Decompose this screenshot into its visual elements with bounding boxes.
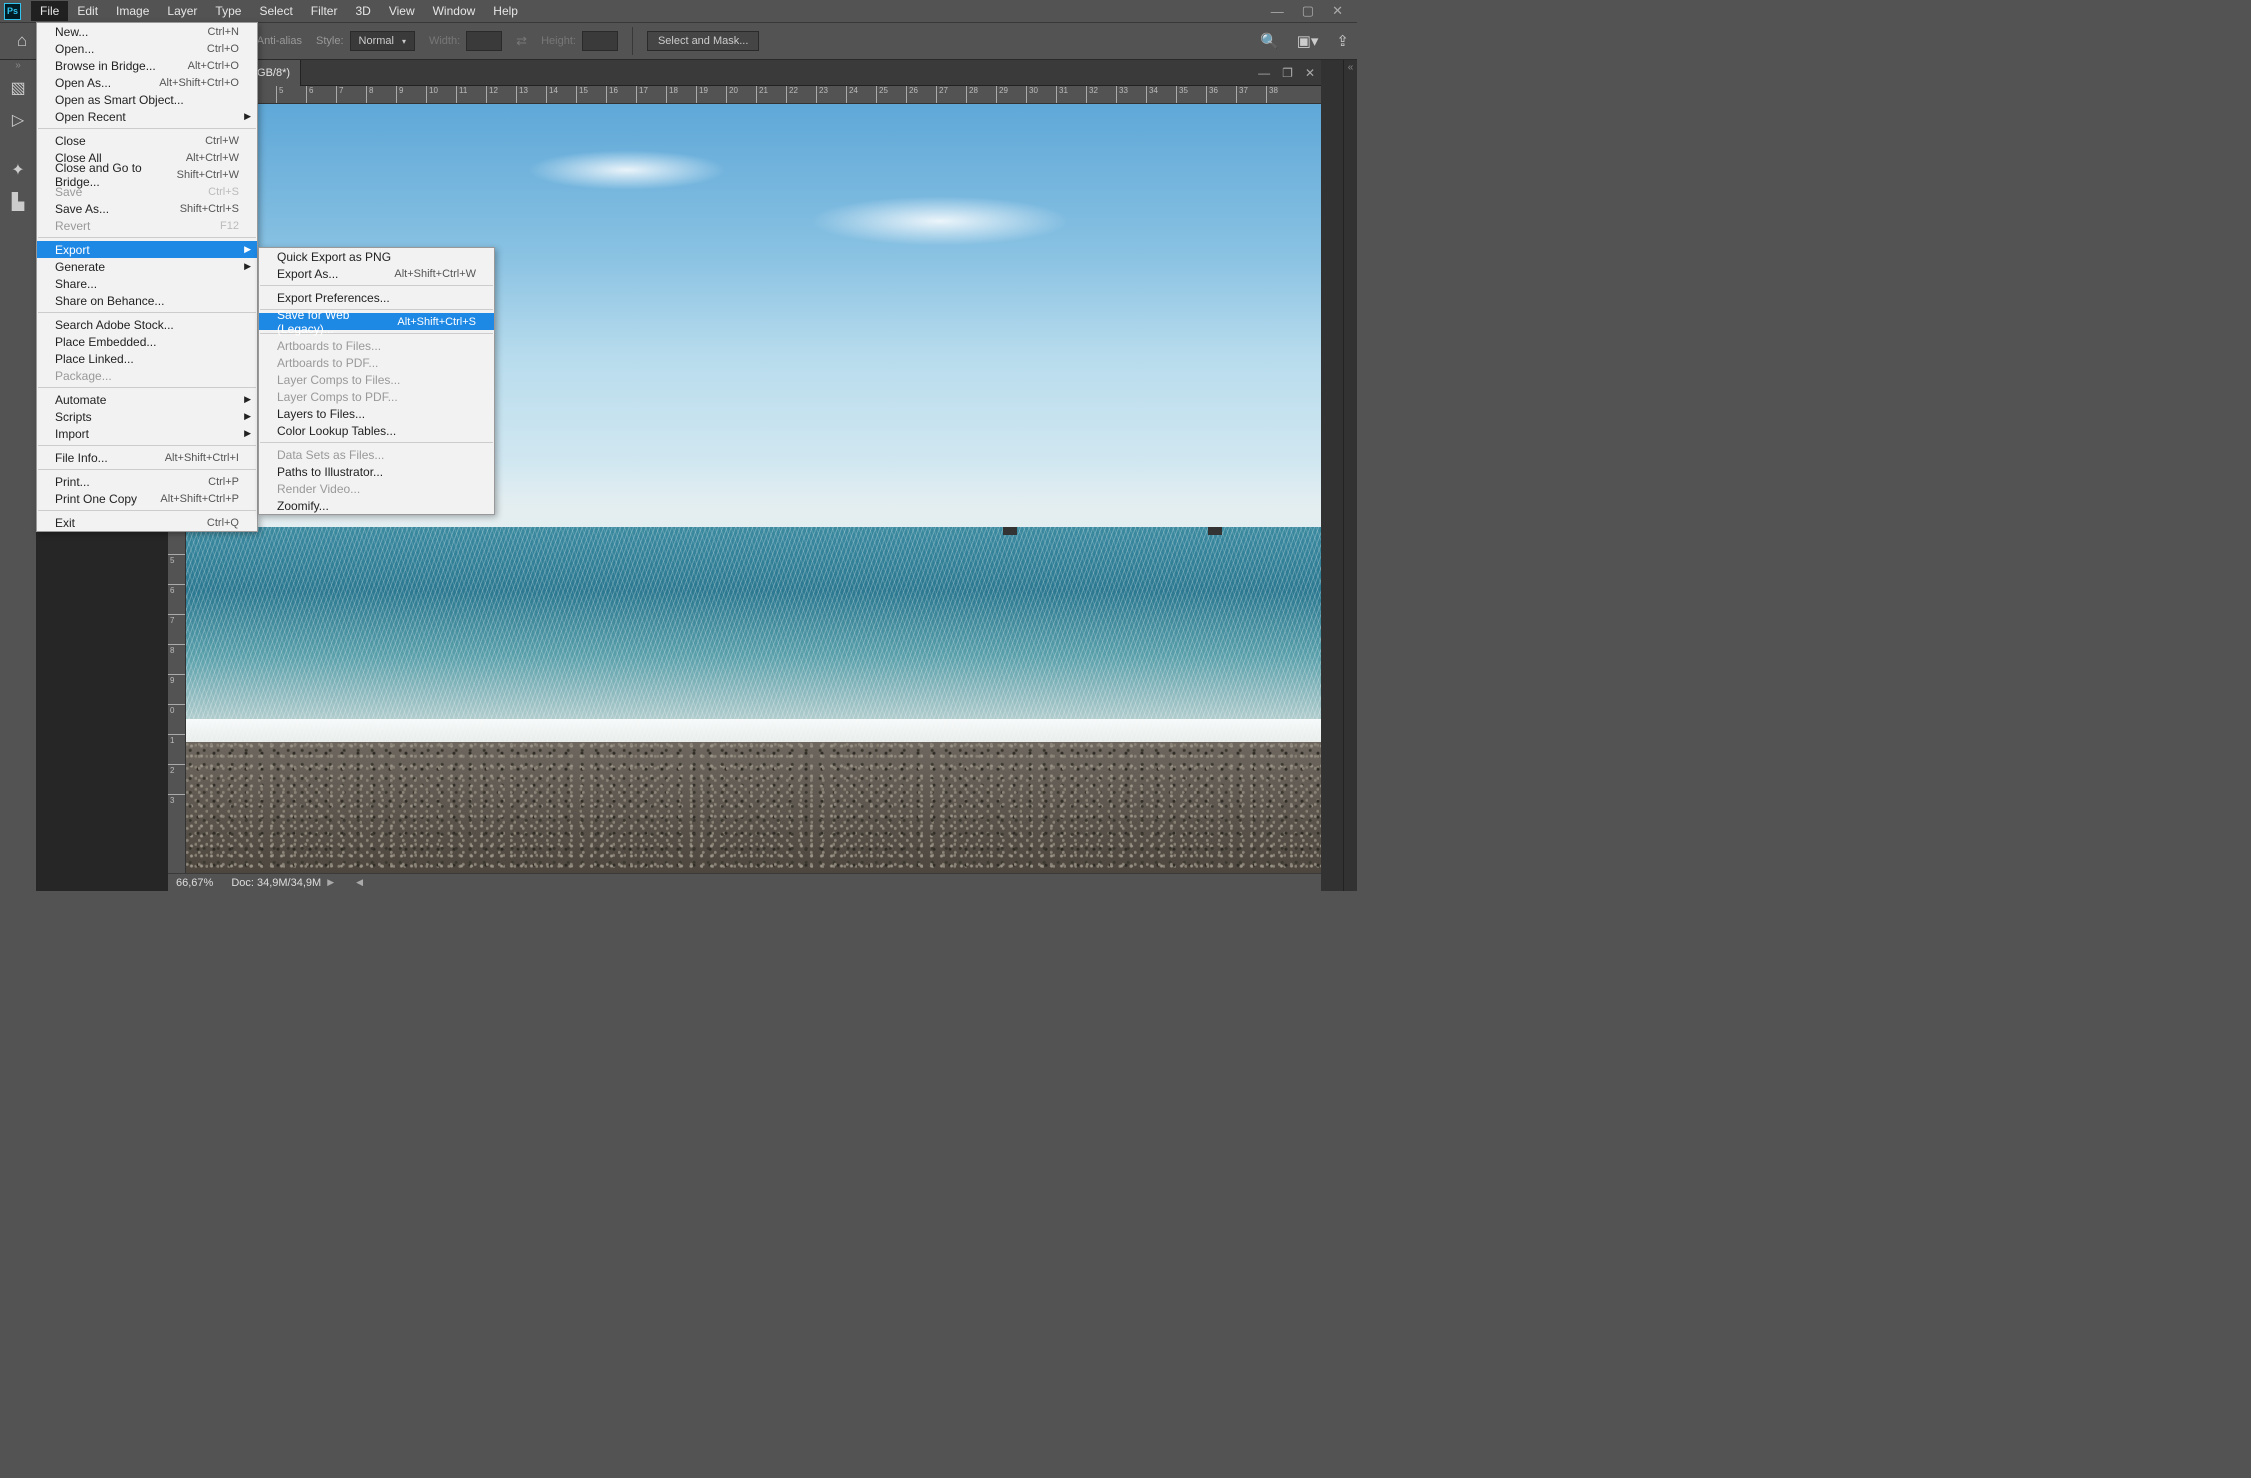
export-menu-data-sets-as-files: Data Sets as Files...: [259, 446, 494, 463]
export-menu-layer-comps-to-pdf: Layer Comps to PDF...: [259, 388, 494, 405]
file-menu-close[interactable]: CloseCtrl+W: [37, 132, 257, 149]
file-menu-package: Package...: [37, 367, 257, 384]
export-menu-export-as[interactable]: Export As...Alt+Shift+Ctrl+W: [259, 265, 494, 282]
file-menu-revert: RevertF12: [37, 217, 257, 234]
file-menu-save: SaveCtrl+S: [37, 183, 257, 200]
menubar: Ps FileEditImageLayerTypeSelectFilter3DV…: [0, 0, 1357, 22]
file-menu-open-as[interactable]: Open As...Alt+Shift+Ctrl+O: [37, 74, 257, 91]
export-menu-render-video: Render Video...: [259, 480, 494, 497]
home-icon[interactable]: ⌂: [8, 27, 36, 55]
export-menu-artboards-to-pdf: Artboards to PDF...: [259, 354, 494, 371]
style-select[interactable]: Normal▾: [350, 31, 415, 51]
height-value: [582, 31, 618, 51]
menu-image[interactable]: Image: [107, 1, 158, 21]
app-logo: Ps: [4, 3, 21, 20]
file-menu-place-embedded[interactable]: Place Embedded...: [37, 333, 257, 350]
file-menu-search-adobe-stock[interactable]: Search Adobe Stock...: [37, 316, 257, 333]
width-value: [466, 31, 502, 51]
close-icon[interactable]: ✕: [1332, 3, 1343, 19]
file-menu-open-recent[interactable]: Open Recent▶: [37, 108, 257, 125]
file-menu-print-one-copy[interactable]: Print One CopyAlt+Shift+Ctrl+P: [37, 490, 257, 507]
histogram-icon[interactable]: ▙: [4, 188, 32, 216]
width-label: Width:: [429, 35, 460, 47]
export-submenu-dropdown: Quick Export as PNGExport As...Alt+Shift…: [258, 247, 495, 515]
status-bar: 66,67% Doc: 34,9M/34,9M ▶ ◀: [168, 873, 1321, 891]
menu-filter[interactable]: Filter: [302, 1, 347, 21]
file-menu-exit[interactable]: ExitCtrl+Q: [37, 514, 257, 531]
file-menu-open-as-smart-object[interactable]: Open as Smart Object...: [37, 91, 257, 108]
doc-restore-icon[interactable]: ❐: [1282, 66, 1293, 80]
export-menu-quick-export-as-png[interactable]: Quick Export as PNG: [259, 248, 494, 265]
file-menu-print[interactable]: Print...Ctrl+P: [37, 473, 257, 490]
compass-icon[interactable]: ✦: [4, 156, 32, 184]
file-menu-share[interactable]: Share...: [37, 275, 257, 292]
maximize-icon[interactable]: ▢: [1302, 3, 1314, 19]
expand-tools-icon[interactable]: »: [0, 60, 36, 70]
menu-window[interactable]: Window: [424, 1, 485, 21]
file-menu-automate[interactable]: Automate▶: [37, 391, 257, 408]
file-menu-scripts[interactable]: Scripts▶: [37, 408, 257, 425]
file-menu-new[interactable]: New...Ctrl+N: [37, 23, 257, 40]
doc-size-label[interactable]: Doc: 34,9M/34,9M: [231, 877, 321, 889]
status-prev-icon[interactable]: ◀: [356, 877, 363, 888]
document-tab-bar: PG @ 66,7% (RGB/8*) — ❐ ✕: [168, 60, 1321, 86]
menu-select[interactable]: Select: [250, 1, 301, 21]
export-menu-layers-to-files[interactable]: Layers to Files...: [259, 405, 494, 422]
export-menu-layer-comps-to-files: Layer Comps to Files...: [259, 371, 494, 388]
vertical-scrollbar[interactable]: [1321, 60, 1343, 891]
search-icon[interactable]: 🔍: [1260, 32, 1279, 50]
menu-3d[interactable]: 3D: [346, 1, 379, 21]
file-menu-file-info[interactable]: File Info...Alt+Shift+Ctrl+I: [37, 449, 257, 466]
file-menu-dropdown: New...Ctrl+NOpen...Ctrl+OBrowse in Bridg…: [36, 22, 258, 532]
file-menu-import[interactable]: Import▶: [37, 425, 257, 442]
share-icon[interactable]: ⇪: [1336, 32, 1349, 50]
doc-minimize-icon[interactable]: —: [1258, 66, 1270, 80]
export-menu-color-lookup-tables[interactable]: Color Lookup Tables...: [259, 422, 494, 439]
menu-type[interactable]: Type: [206, 1, 250, 21]
file-menu-close-and-go-to-bridge[interactable]: Close and Go to Bridge...Shift+Ctrl+W: [37, 166, 257, 183]
file-menu-browse-in-bridge[interactable]: Browse in Bridge...Alt+Ctrl+O: [37, 57, 257, 74]
export-menu-paths-to-illustrator[interactable]: Paths to Illustrator...: [259, 463, 494, 480]
doc-close-icon[interactable]: ✕: [1305, 66, 1315, 80]
file-menu-open[interactable]: Open...Ctrl+O: [37, 40, 257, 57]
menu-view[interactable]: View: [380, 1, 424, 21]
file-menu-generate[interactable]: Generate▶: [37, 258, 257, 275]
status-menu-icon[interactable]: ▶: [327, 877, 334, 888]
right-panel-dock[interactable]: «: [1343, 60, 1357, 891]
menu-file[interactable]: File: [31, 1, 68, 21]
options-bar-right: 🔍 ▣▾ ⇪: [1260, 22, 1349, 60]
play-icon[interactable]: ▷: [4, 106, 32, 134]
horizontal-ruler[interactable]: 2345678910111213141516171819202122232425…: [186, 86, 1321, 104]
menu-edit[interactable]: Edit: [68, 1, 107, 21]
file-menu-share-on-behance[interactable]: Share on Behance...: [37, 292, 257, 309]
zoom-level[interactable]: 66,67%: [176, 877, 213, 889]
minimize-icon[interactable]: —: [1271, 4, 1284, 19]
export-menu-artboards-to-files: Artboards to Files...: [259, 337, 494, 354]
tools-panel: » ▧ ▷ ✦ ▙: [0, 60, 36, 891]
frame-tool-icon[interactable]: ▧: [4, 74, 32, 102]
select-and-mask-button[interactable]: Select and Mask...: [647, 31, 760, 51]
swap-icon[interactable]: ⇄: [516, 33, 527, 49]
style-label: Style:: [316, 35, 344, 47]
file-menu-save-as[interactable]: Save As...Shift+Ctrl+S: [37, 200, 257, 217]
export-menu-zoomify[interactable]: Zoomify...: [259, 497, 494, 514]
height-label: Height:: [541, 35, 576, 47]
window-controls: — ▢ ✕: [1271, 0, 1357, 22]
file-menu-export[interactable]: Export▶: [37, 241, 257, 258]
menu-layer[interactable]: Layer: [158, 1, 206, 21]
workspace-icon[interactable]: ▣▾: [1297, 32, 1319, 50]
export-menu-export-preferences[interactable]: Export Preferences...: [259, 289, 494, 306]
export-menu-save-for-web-legacy[interactable]: Save for Web (Legacy)...Alt+Shift+Ctrl+S: [259, 313, 494, 330]
file-menu-place-linked[interactable]: Place Linked...: [37, 350, 257, 367]
menu-help[interactable]: Help: [484, 1, 527, 21]
